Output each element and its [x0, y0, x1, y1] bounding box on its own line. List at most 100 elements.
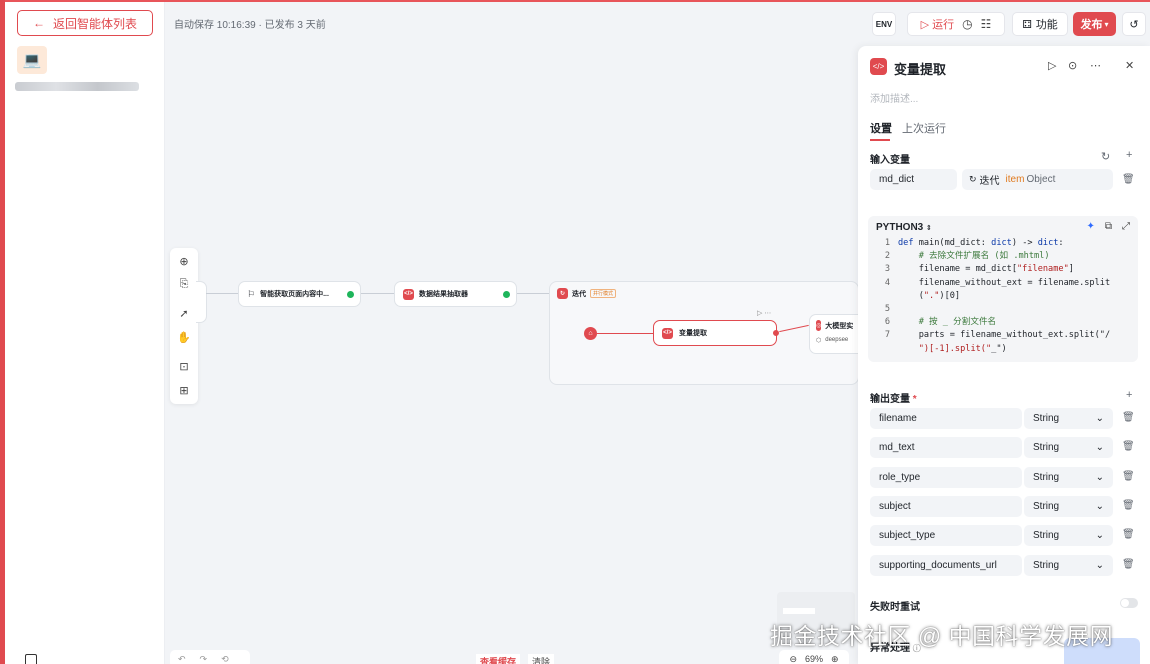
input-var-source-select[interactable]: ↻ 迭代 item Object — [962, 169, 1113, 190]
run-node-icon[interactable]: ▷ — [1048, 59, 1056, 72]
code-icon: </> — [662, 327, 673, 339]
output-var-name-field[interactable]: filename — [870, 408, 1022, 429]
line-number: 3 — [884, 264, 890, 275]
zoom-out-icon[interactable]: ⊖ — [789, 654, 797, 664]
trash-icon[interactable]: 🗑 — [1122, 412, 1135, 423]
zoom-control: ⊖ 69% ⊕ — [779, 650, 849, 664]
output-var-type-select[interactable]: String ⌄ — [1024, 525, 1113, 547]
required-asterisk: * — [912, 394, 917, 405]
node-page-fetch[interactable]: ⚐ 智能获取页面内容中... — [238, 281, 361, 307]
output-var-name-field[interactable]: subject_type — [870, 525, 1022, 547]
iteration-start-icon[interactable]: ⌂ — [584, 327, 597, 340]
code-text: # 去除文件扩展名 (如 .mhtml) — [898, 251, 1050, 262]
code-line: 4 filename_without_ext = filename.split — [868, 277, 1138, 290]
output-var-name-field[interactable]: md_text — [870, 437, 1022, 459]
code-line: 7 parts = filename_without_ext.split("/ — [868, 329, 1138, 342]
tab-last-run[interactable]: 上次运行 — [902, 120, 946, 136]
copy-icon[interactable]: ⧉ — [1105, 221, 1112, 232]
output-var-type-select[interactable]: String ⌄ — [1024, 495, 1113, 517]
edge — [206, 293, 238, 294]
output-var-type-select[interactable]: String ⌄ — [1024, 408, 1113, 429]
close-icon[interactable]: ✕ — [1125, 59, 1134, 72]
node-run-icon[interactable]: ▷ ⋯ — [757, 309, 771, 317]
view-cache-button[interactable]: 查看缓存 — [476, 654, 521, 664]
node-data-extractor[interactable]: </> 数据结果抽取器 — [394, 281, 517, 307]
success-status-icon — [503, 291, 510, 298]
panel-toggle-icon[interactable] — [25, 654, 37, 664]
expand-icon[interactable]: ⤢ — [1122, 221, 1130, 232]
retry-toggle[interactable] — [1120, 598, 1138, 608]
trash-icon[interactable]: 🗑 — [1122, 471, 1135, 482]
output-var-type-select[interactable]: String ⌄ — [1024, 437, 1113, 459]
parallel-mode-tag: 并行模式 — [590, 289, 617, 298]
env-variables-button[interactable]: ENV — [872, 12, 896, 36]
hand-icon[interactable]: ✋ — [177, 330, 191, 344]
iteration-icon: ↻ — [557, 288, 568, 299]
export-image-icon[interactable]: ⊡ — [177, 359, 191, 373]
sync-icon[interactable]: ↻ — [1101, 150, 1110, 163]
code-line: ")[-1].split("_") — [868, 343, 1138, 356]
trash-icon[interactable]: 🗑 — [1122, 529, 1135, 540]
code-lines[interactable]: 1 def main(md_dict: dict) -> dict: 2 # 去除文… — [868, 237, 1138, 356]
checklist-icon[interactable]: ☷ — [981, 17, 992, 31]
add-note-icon[interactable]: ⎘ — [177, 277, 191, 291]
output-var-name-field[interactable]: supporting_documents_url — [870, 554, 1022, 576]
add-input-icon[interactable]: + — [1126, 149, 1132, 161]
output-var-name-field[interactable]: role_type — [870, 466, 1022, 488]
output-var-type-select[interactable]: String ⌄ — [1024, 554, 1113, 576]
version-history-button[interactable]: ↺ — [1122, 12, 1146, 36]
trash-icon[interactable]: 🗑 — [1122, 559, 1135, 570]
history-icon[interactable]: ⟲ — [221, 654, 229, 664]
organize-layout-icon[interactable]: ⊞ — [177, 383, 191, 397]
add-output-icon[interactable]: + — [1126, 389, 1132, 401]
chevron-down-icon: ⌄ — [1095, 530, 1104, 542]
input-var-name-field[interactable]: md_dict — [870, 169, 957, 190]
run-history-icon[interactable]: ◷ — [962, 17, 972, 31]
trash-icon[interactable]: 🗑 — [1122, 174, 1135, 185]
panel-title[interactable]: 变量提取 — [894, 59, 946, 78]
code-editor[interactable]: PYTHON3 ⇕ ✦ ⧉ ⤢ 1 def main(md_dict: dict)… — [868, 216, 1138, 362]
description-input[interactable]: 添加描述... — [870, 90, 918, 105]
features-label: 功能 — [1035, 19, 1058, 31]
output-port[interactable] — [773, 330, 779, 336]
features-button[interactable]: ⚃ 功能 — [1012, 12, 1068, 36]
node-title: 大模型实 — [825, 322, 854, 330]
output-var-type-select[interactable]: String ⌄ — [1024, 466, 1113, 488]
add-node-icon[interactable]: ⊕ — [177, 254, 191, 268]
line-number — [868, 290, 898, 303]
type-label: String — [1033, 500, 1060, 512]
output-var-name-field[interactable]: subject — [870, 495, 1022, 517]
node-llm[interactable]: ◎ 大模型实 ⬡ deepsee — [809, 314, 859, 354]
code-text: # 按 _ 分割文件名 — [898, 317, 997, 328]
run-button[interactable]: ▷ 运行 — [921, 16, 954, 32]
tab-settings[interactable]: 设置 — [870, 120, 892, 136]
help-icon[interactable]: ⊙ — [1068, 59, 1077, 72]
agent-avatar[interactable]: 💻 — [17, 46, 47, 74]
pointer-icon[interactable]: ➚ — [177, 306, 191, 320]
clear-button[interactable]: 清除 — [528, 654, 555, 664]
zoom-in-icon[interactable]: ⊕ — [831, 654, 839, 664]
run-label: 运行 — [932, 19, 955, 31]
minimap-viewport — [783, 608, 815, 614]
left-accent-bar — [0, 0, 5, 664]
ai-sparkle-icon[interactable]: ✦ — [1086, 221, 1094, 232]
more-icon[interactable]: ⋯ — [1090, 59, 1101, 72]
back-to-agent-list-button[interactable]: ← 返回智能体列表 — [17, 10, 153, 36]
publish-button[interactable]: 发布 ▾ — [1073, 12, 1116, 36]
canvas-tool-rail: ⊕ ⎘ ➚ ✋ ⊡ ⊞ — [170, 248, 198, 404]
node-variable-extract[interactable]: </> 变量提取 — [653, 320, 777, 346]
trash-icon[interactable]: 🗑 — [1122, 441, 1135, 452]
chevron-updown-icon: ⇕ — [926, 225, 932, 232]
code-toolbar: ✦ ⧉ ⤢ — [1086, 221, 1130, 232]
node-settings-panel: </> 变量提取 ▷ ⊙ ⋯ ✕ 添加描述... 设置 上次运行 输入变量 ↻ … — [858, 46, 1150, 664]
start-node-partial[interactable] — [196, 281, 207, 323]
undo-icon[interactable]: ↶ — [178, 654, 186, 664]
trash-icon[interactable]: 🗑 — [1122, 500, 1135, 511]
source-field-label: item — [1005, 174, 1025, 185]
redo-icon[interactable]: ↷ — [200, 654, 208, 664]
node-title: 智能获取页面内容中... — [260, 291, 329, 298]
code-line: 6 # 按 _ 分割文件名 — [868, 316, 1138, 329]
language-select[interactable]: PYTHON3 ⇕ — [876, 222, 932, 233]
chevron-down-icon: ▾ — [1104, 19, 1109, 29]
zoom-level[interactable]: 69% — [805, 654, 823, 664]
